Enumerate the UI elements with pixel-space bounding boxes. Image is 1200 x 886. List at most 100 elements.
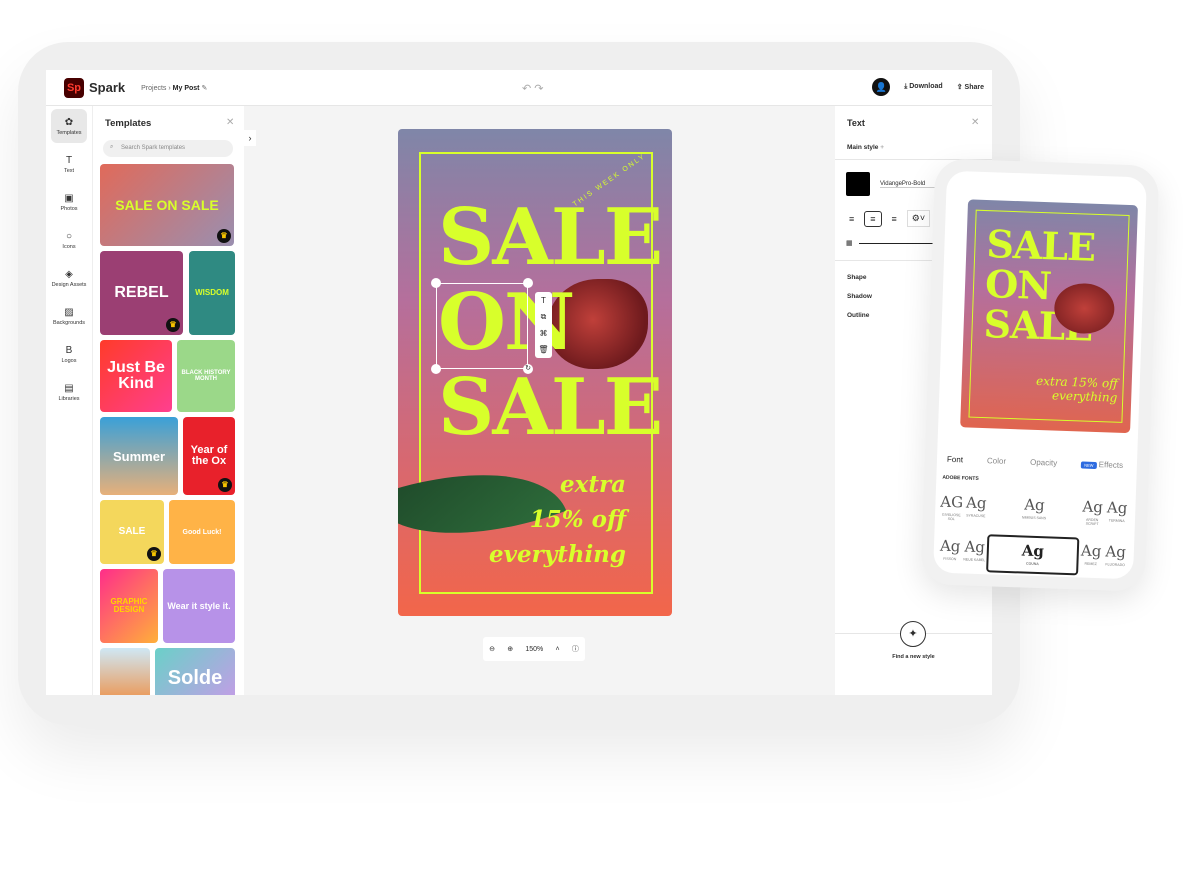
font-option[interactable]: AG GIVELIOSE SOL — [939, 489, 965, 528]
align-right-icon[interactable]: ≡ — [892, 214, 897, 224]
resize-handle[interactable] — [431, 364, 441, 374]
duplicate-icon[interactable]: ⧉ — [541, 312, 547, 322]
template-thumbnail[interactable]: REBEL ♛ — [100, 251, 183, 335]
font-option[interactable]: Ag ARDEN SCRIPT — [1080, 493, 1106, 532]
search-icon: ⌕ — [110, 144, 114, 150]
libraries-icon: ▤ — [64, 382, 74, 394]
poster-script-2[interactable]: 15% off — [530, 506, 626, 533]
main-style-tab[interactable]: Main style + — [847, 144, 884, 151]
resize-handle[interactable] — [523, 278, 533, 288]
template-thumbnail[interactable]: Solde — [155, 648, 235, 695]
font-option[interactable]: Ag NIMBUS SANS — [988, 490, 1081, 531]
design-assets-icon: ◈ — [65, 268, 73, 280]
rail-item-backgrounds[interactable]: ▨ Backgrounds — [51, 299, 87, 333]
resize-handle[interactable] — [431, 278, 441, 288]
templates-panel: Templates ✕ ⌕ Search Spark templates SALE… — [92, 106, 244, 695]
rail-item-logos[interactable]: B Logos — [51, 337, 87, 371]
redo-icon[interactable]: ↷ — [534, 83, 543, 95]
rotate-handle[interactable]: ↻ — [523, 364, 533, 374]
align-center-icon[interactable]: ≡ — [864, 210, 882, 227]
opacity-icon: ▦ — [846, 240, 853, 247]
logos-icon: B — [65, 344, 73, 356]
rail-item-libraries[interactable]: ▤ Libraries — [51, 375, 87, 409]
edit-icon[interactable]: ✎ — [201, 85, 207, 92]
template-thumbnail[interactable]: GRAPHIC DESIGN — [100, 569, 158, 643]
color-swatch[interactable] — [846, 172, 870, 196]
font-grid: AG GIVELIOSE SOL Ag SYRACUSE Ag NIMBUS SANS Ag… — [937, 489, 1130, 578]
template-thumbnail[interactable]: Good Luck! — [169, 500, 235, 564]
template-thumbnail[interactable]: BLACK HISTORY MONTH — [177, 340, 235, 412]
spacing-dropdown[interactable]: ⚙˅ — [906, 210, 931, 227]
header: Sp Spark Projects › My Post ✎ ↶ ↷ 👤 ⤓ Do… — [46, 70, 992, 106]
font-option[interactable]: Ag SYRACUSE — [963, 489, 989, 528]
tab-color[interactable]: Color — [987, 456, 1006, 466]
poster-script-3[interactable]: everything — [489, 541, 626, 568]
zoom-toolbar: ⊖ ⊕ 150% ˄ ⓘ — [483, 637, 585, 661]
rail-item-templates[interactable]: ✿ Templates — [51, 109, 87, 143]
expand-panel-button[interactable]: › — [244, 130, 256, 146]
share-button[interactable]: ⇪ Share — [957, 83, 984, 91]
shape-section[interactable]: Shape — [847, 274, 867, 281]
outline-section[interactable]: Outline — [847, 312, 869, 319]
search-input[interactable]: ⌕ Search Spark templates — [103, 140, 233, 157]
breadcrumb-current[interactable]: My Post — [173, 85, 200, 92]
template-thumbnail[interactable]: Just Be Kind — [100, 340, 172, 412]
photos-icon: ▣ — [64, 192, 74, 204]
download-button[interactable]: ⤓ Download — [904, 83, 943, 91]
template-thumbnail[interactable] — [100, 648, 150, 695]
invite-avatar-button[interactable]: 👤 — [872, 78, 891, 96]
info-icon[interactable]: ⓘ — [572, 644, 579, 654]
brand-name: Spark — [89, 80, 126, 95]
template-thumbnail[interactable]: WISDOM — [189, 251, 235, 335]
design-canvas[interactable]: THIS WEEK ONLY SALE ON SALE extra 15% of… — [398, 129, 672, 616]
poster-line-3[interactable]: SALE — [438, 369, 663, 447]
font-option[interactable]: Ag COUNA — [986, 534, 1080, 576]
poster-script-1[interactable]: extra — [560, 471, 626, 498]
download-icon: ⤓ — [904, 83, 908, 90]
font-option[interactable]: Ag NEUE KABEL — [962, 533, 988, 572]
find-style-button[interactable]: Find a new style — [835, 654, 992, 660]
align-left-icon[interactable]: ≡ — [849, 214, 854, 224]
selection-box[interactable]: ↻ — [431, 278, 533, 374]
premium-crown-icon: ♛ — [217, 229, 231, 243]
close-icon[interactable]: ✕ — [971, 117, 979, 128]
font-option[interactable]: Ag FISSON — [937, 533, 963, 572]
arrange-icon[interactable]: ⌘ — [540, 329, 548, 338]
backgrounds-icon: ▨ — [64, 306, 74, 318]
delete-icon[interactable]: 🗑 — [538, 345, 548, 354]
shadow-section[interactable]: Shadow — [847, 293, 872, 300]
template-thumbnail[interactable]: Wear it style it. — [163, 569, 235, 643]
template-thumbnail[interactable]: Year of the Ox ♛ — [183, 417, 235, 495]
text-edit-icon[interactable]: T — [541, 296, 546, 305]
template-thumbnail[interactable]: Summer — [100, 417, 178, 495]
chevron-up-icon[interactable]: ˄ — [556, 646, 560, 653]
panel-title: Templates — [105, 118, 152, 129]
close-icon[interactable]: ✕ — [226, 117, 234, 128]
tab-opacity[interactable]: Opacity — [1030, 458, 1057, 468]
rail-item-design-assets[interactable]: ◈ Design Assets — [51, 261, 87, 295]
icons-icon: ○ — [65, 230, 73, 242]
template-thumbnail[interactable]: SALE ON SALE ♛ — [100, 164, 234, 246]
zoom-in-icon[interactable]: ⊕ — [507, 645, 513, 653]
breadcrumb-projects[interactable]: Projects — [141, 85, 166, 92]
rail-item-photos[interactable]: ▣ Photos — [51, 185, 87, 219]
magic-wand-icon[interactable]: ✦ — [900, 621, 926, 647]
font-option[interactable]: Ag FLUORADO — [1103, 538, 1129, 577]
left-rail: ✿ Templates T Text ▣ Photos ○ Icons ◈ Design Asse… — [46, 106, 92, 695]
rail-item-text[interactable]: T Text — [51, 147, 87, 181]
rail-item-icons[interactable]: ○ Icons — [51, 223, 87, 257]
phone-canvas[interactable]: SALE ON SALE extra 15% off everything — [960, 199, 1138, 434]
breadcrumb: Projects › My Post ✎ — [141, 84, 208, 92]
zoom-level[interactable]: 150% — [525, 646, 543, 653]
context-toolbar: T ⧉ ⌘ 🗑 — [535, 292, 552, 358]
font-option[interactable]: Ag REMEZ — [1078, 537, 1104, 576]
share-icon: ⇪ — [956, 84, 963, 91]
zoom-out-icon[interactable]: ⊖ — [489, 645, 495, 653]
phone-frame: SALE ON SALE extra 15% off everything Font … — [920, 158, 1160, 592]
poster-line-1[interactable]: SALE — [438, 199, 663, 277]
template-thumbnail[interactable]: SALE ♛ — [100, 500, 164, 564]
font-option[interactable]: Ag TERMINA — [1104, 494, 1130, 533]
tab-font[interactable]: Font — [947, 455, 963, 465]
tab-effects[interactable]: NEW Effects — [1081, 459, 1123, 470]
undo-icon[interactable]: ↶ — [522, 83, 531, 95]
